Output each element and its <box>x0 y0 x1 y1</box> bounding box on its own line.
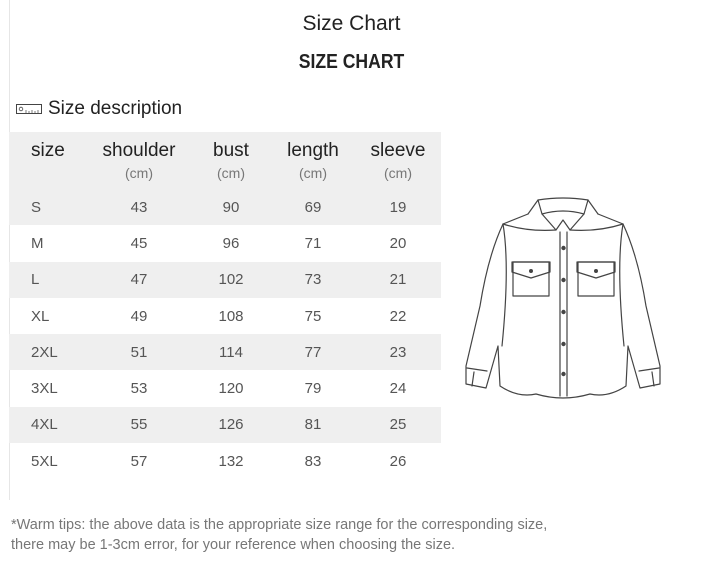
table-row: XL 49 108 75 22 <box>9 298 441 334</box>
bust-cell: 126 <box>191 406 271 444</box>
shirt-illustration <box>465 197 661 399</box>
table-row: 2XL 51 114 77 23 <box>9 334 441 371</box>
bust-cell: 102 <box>191 261 271 298</box>
shoulder-cell: 55 <box>87 406 191 444</box>
size-cell: 5XL <box>31 452 58 470</box>
sleeve-cell: 19 <box>355 189 441 226</box>
size-cell: M <box>31 234 44 252</box>
sleeve-cell: 24 <box>389 380 407 398</box>
table-row: 4XL 55 126 81 25 <box>9 406 441 444</box>
sleeve-cell: 25 <box>355 406 441 444</box>
sleeve-cell: 21 <box>355 261 441 298</box>
shoulder-cell: 51 <box>87 334 191 371</box>
shoulder-cell: 57 <box>130 452 148 470</box>
length-cell: 69 <box>271 189 355 226</box>
shoulder-cell: 47 <box>87 261 191 298</box>
chart-heading: SIZE CHART <box>298 51 405 73</box>
bust-cell: 120 <box>218 380 244 398</box>
size-table: size shoulder (cm) bust (cm) length (cm)… <box>9 132 441 479</box>
sleeve-cell: 23 <box>355 334 441 371</box>
table-row: L 47 102 73 21 <box>9 261 441 298</box>
shoulder-cell: 45 <box>130 234 148 252</box>
length-cell: 73 <box>271 261 355 298</box>
size-cell: 2XL <box>9 334 87 371</box>
table-row: 3XL 53 120 79 24 <box>9 370 441 406</box>
length-cell: 71 <box>304 234 322 252</box>
size-cell: 3XL <box>31 380 58 398</box>
warm-tips: *Warm tips: the above data is the approp… <box>11 515 691 555</box>
size-cell: L <box>9 261 87 298</box>
length-cell: 75 <box>304 307 322 325</box>
length-cell: 83 <box>304 452 322 470</box>
table-header-row: size shoulder (cm) bust (cm) length (cm)… <box>9 132 441 189</box>
warm-tips-line-1: *Warm tips: the above data is the approp… <box>11 517 548 533</box>
column-header-sleeve: sleeve (cm) <box>355 132 441 189</box>
column-header-shoulder: shoulder (cm) <box>87 132 191 189</box>
section-title: Size description <box>48 98 183 119</box>
length-cell: 81 <box>271 406 355 444</box>
shoulder-cell: 49 <box>130 307 148 325</box>
table-row: 5XL 57 132 83 26 <box>9 443 441 479</box>
bust-cell: 114 <box>191 334 271 371</box>
shoulder-cell: 53 <box>130 380 148 398</box>
page-title: Size Chart <box>302 12 401 35</box>
sleeve-cell: 22 <box>389 307 407 325</box>
size-cell: XL <box>31 307 50 325</box>
bust-cell: 90 <box>191 189 271 226</box>
length-cell: 79 <box>304 380 322 398</box>
table-row: S 43 90 69 19 <box>9 189 441 226</box>
column-header-bust: bust (cm) <box>191 132 271 189</box>
sleeve-cell: 26 <box>389 452 407 470</box>
ruler-icon <box>16 104 42 114</box>
column-header-size: size <box>9 132 87 189</box>
bust-cell: 108 <box>218 307 244 325</box>
bust-cell: 96 <box>222 234 240 252</box>
sleeve-cell: 20 <box>389 234 407 252</box>
section-header: Size description <box>16 98 182 120</box>
column-header-length: length (cm) <box>271 132 355 189</box>
size-cell: S <box>9 189 87 226</box>
bust-cell: 132 <box>218 452 244 470</box>
size-cell: 4XL <box>9 406 87 444</box>
length-cell: 77 <box>271 334 355 371</box>
shoulder-cell: 43 <box>87 189 191 226</box>
warm-tips-line-2: there may be 1-3cm error, for your refer… <box>11 537 456 553</box>
table-row: M 45 96 71 20 <box>9 225 441 261</box>
